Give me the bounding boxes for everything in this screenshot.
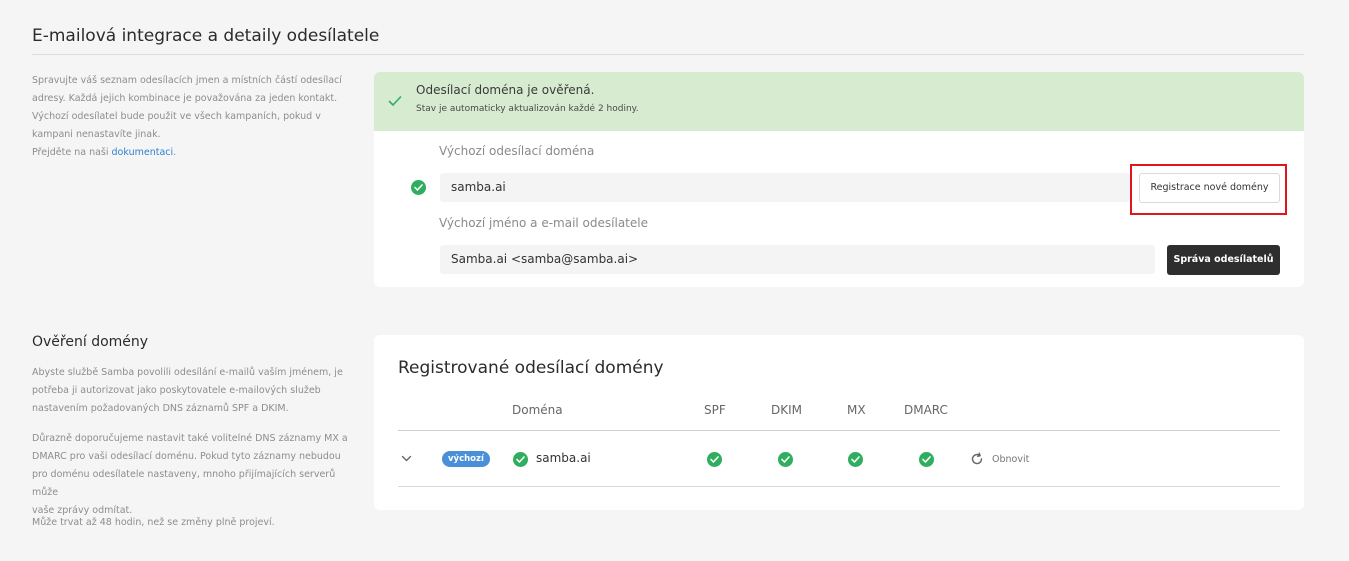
default-sender-field[interactable]: Samba.ai <samba@samba.ai>: [440, 245, 1155, 274]
section-title-integration: E-mailová integrace a detaily odesílatel…: [32, 26, 380, 46]
paragraph-line: pro doménu odesílatele nastaveny, mnoho …: [32, 469, 336, 498]
paragraph-line: Důrazně doporučujeme nastavit také volit…: [32, 433, 348, 444]
paragraph-line: nastavením požadovaných DNS záznamů SPF …: [32, 403, 289, 414]
chevron-down-icon[interactable]: [401, 455, 412, 463]
docs-prefix: Přejděte na naši: [32, 147, 112, 158]
refresh-label[interactable]: Obnovit: [992, 454, 1029, 465]
domain-name: samba.ai: [536, 451, 591, 465]
default-badge: výchozí: [442, 451, 490, 467]
docs-suffix: .: [173, 147, 177, 158]
section-divider: [32, 54, 1304, 55]
table-header-divider: [398, 430, 1280, 431]
column-header-spf: SPF: [704, 403, 726, 417]
paragraph-line: potřeba ji autorizovat jako poskytovatel…: [32, 385, 321, 396]
docs-line: Přejděte na naši dokumentaci.: [32, 144, 352, 162]
verification-paragraph-3: Může trvat až 48 hodin, než se změny pln…: [32, 517, 275, 528]
column-header-dkim: DKIM: [771, 403, 803, 417]
highlight-frame: [1130, 164, 1287, 215]
description-line: Výchozí odesílatel bude použit ve všech …: [32, 111, 321, 122]
table-row-divider: [398, 486, 1280, 487]
domains-table-title: Registrované odesílací domény: [398, 358, 664, 378]
mx-status-check-icon: [848, 452, 863, 467]
docs-link[interactable]: dokumentaci: [112, 147, 174, 158]
dkim-status-check-icon: [778, 452, 793, 467]
paragraph-line: Abyste službě Samba povolili odesílání e…: [32, 367, 343, 378]
integration-description: Spravujte váš seznam odesílacích jmen a …: [32, 72, 352, 162]
manage-senders-button[interactable]: Správa odesílatelů: [1167, 245, 1280, 275]
spf-status-check-icon: [707, 452, 722, 467]
column-header-domain: Doména: [512, 403, 563, 417]
verification-title: Ověření domény: [32, 334, 149, 350]
check-icon: [388, 96, 402, 106]
column-header-dmarc: DMARC: [904, 403, 948, 417]
column-header-mx: MX: [847, 403, 866, 417]
verified-banner: Odesílací doména je ověřená. Stav je aut…: [374, 72, 1304, 131]
check-circle-icon: [513, 452, 528, 467]
default-sender-label: Výchozí jméno a e-mail odesílatele: [439, 216, 648, 230]
verification-paragraph-1: Abyste službě Samba povolili odesílání e…: [32, 364, 352, 418]
domains-card: Registrované odesílací domény Doména SPF…: [374, 335, 1304, 510]
default-domain-label: Výchozí odesílací doména: [439, 144, 595, 158]
description-line: Spravujte váš seznam odesílacích jmen a …: [32, 75, 342, 86]
banner-subtitle: Stav je automaticky aktualizován každé 2…: [416, 104, 639, 114]
dmarc-status-check-icon: [919, 452, 934, 467]
description-line: kampani nenastavíte jinak.: [32, 129, 161, 140]
refresh-icon[interactable]: [970, 452, 984, 466]
banner-title: Odesílací doména je ověřená.: [416, 83, 595, 97]
verification-paragraph-2: Důrazně doporučujeme nastavit také volit…: [32, 430, 352, 520]
paragraph-line: DMARC pro vaši odesílací doménu. Pokud t…: [32, 451, 341, 462]
default-domain-field[interactable]: samba.ai: [440, 173, 1130, 202]
description-line: adresy. Každá jejich kombinace je považo…: [32, 93, 338, 104]
check-circle-icon: [411, 180, 426, 195]
